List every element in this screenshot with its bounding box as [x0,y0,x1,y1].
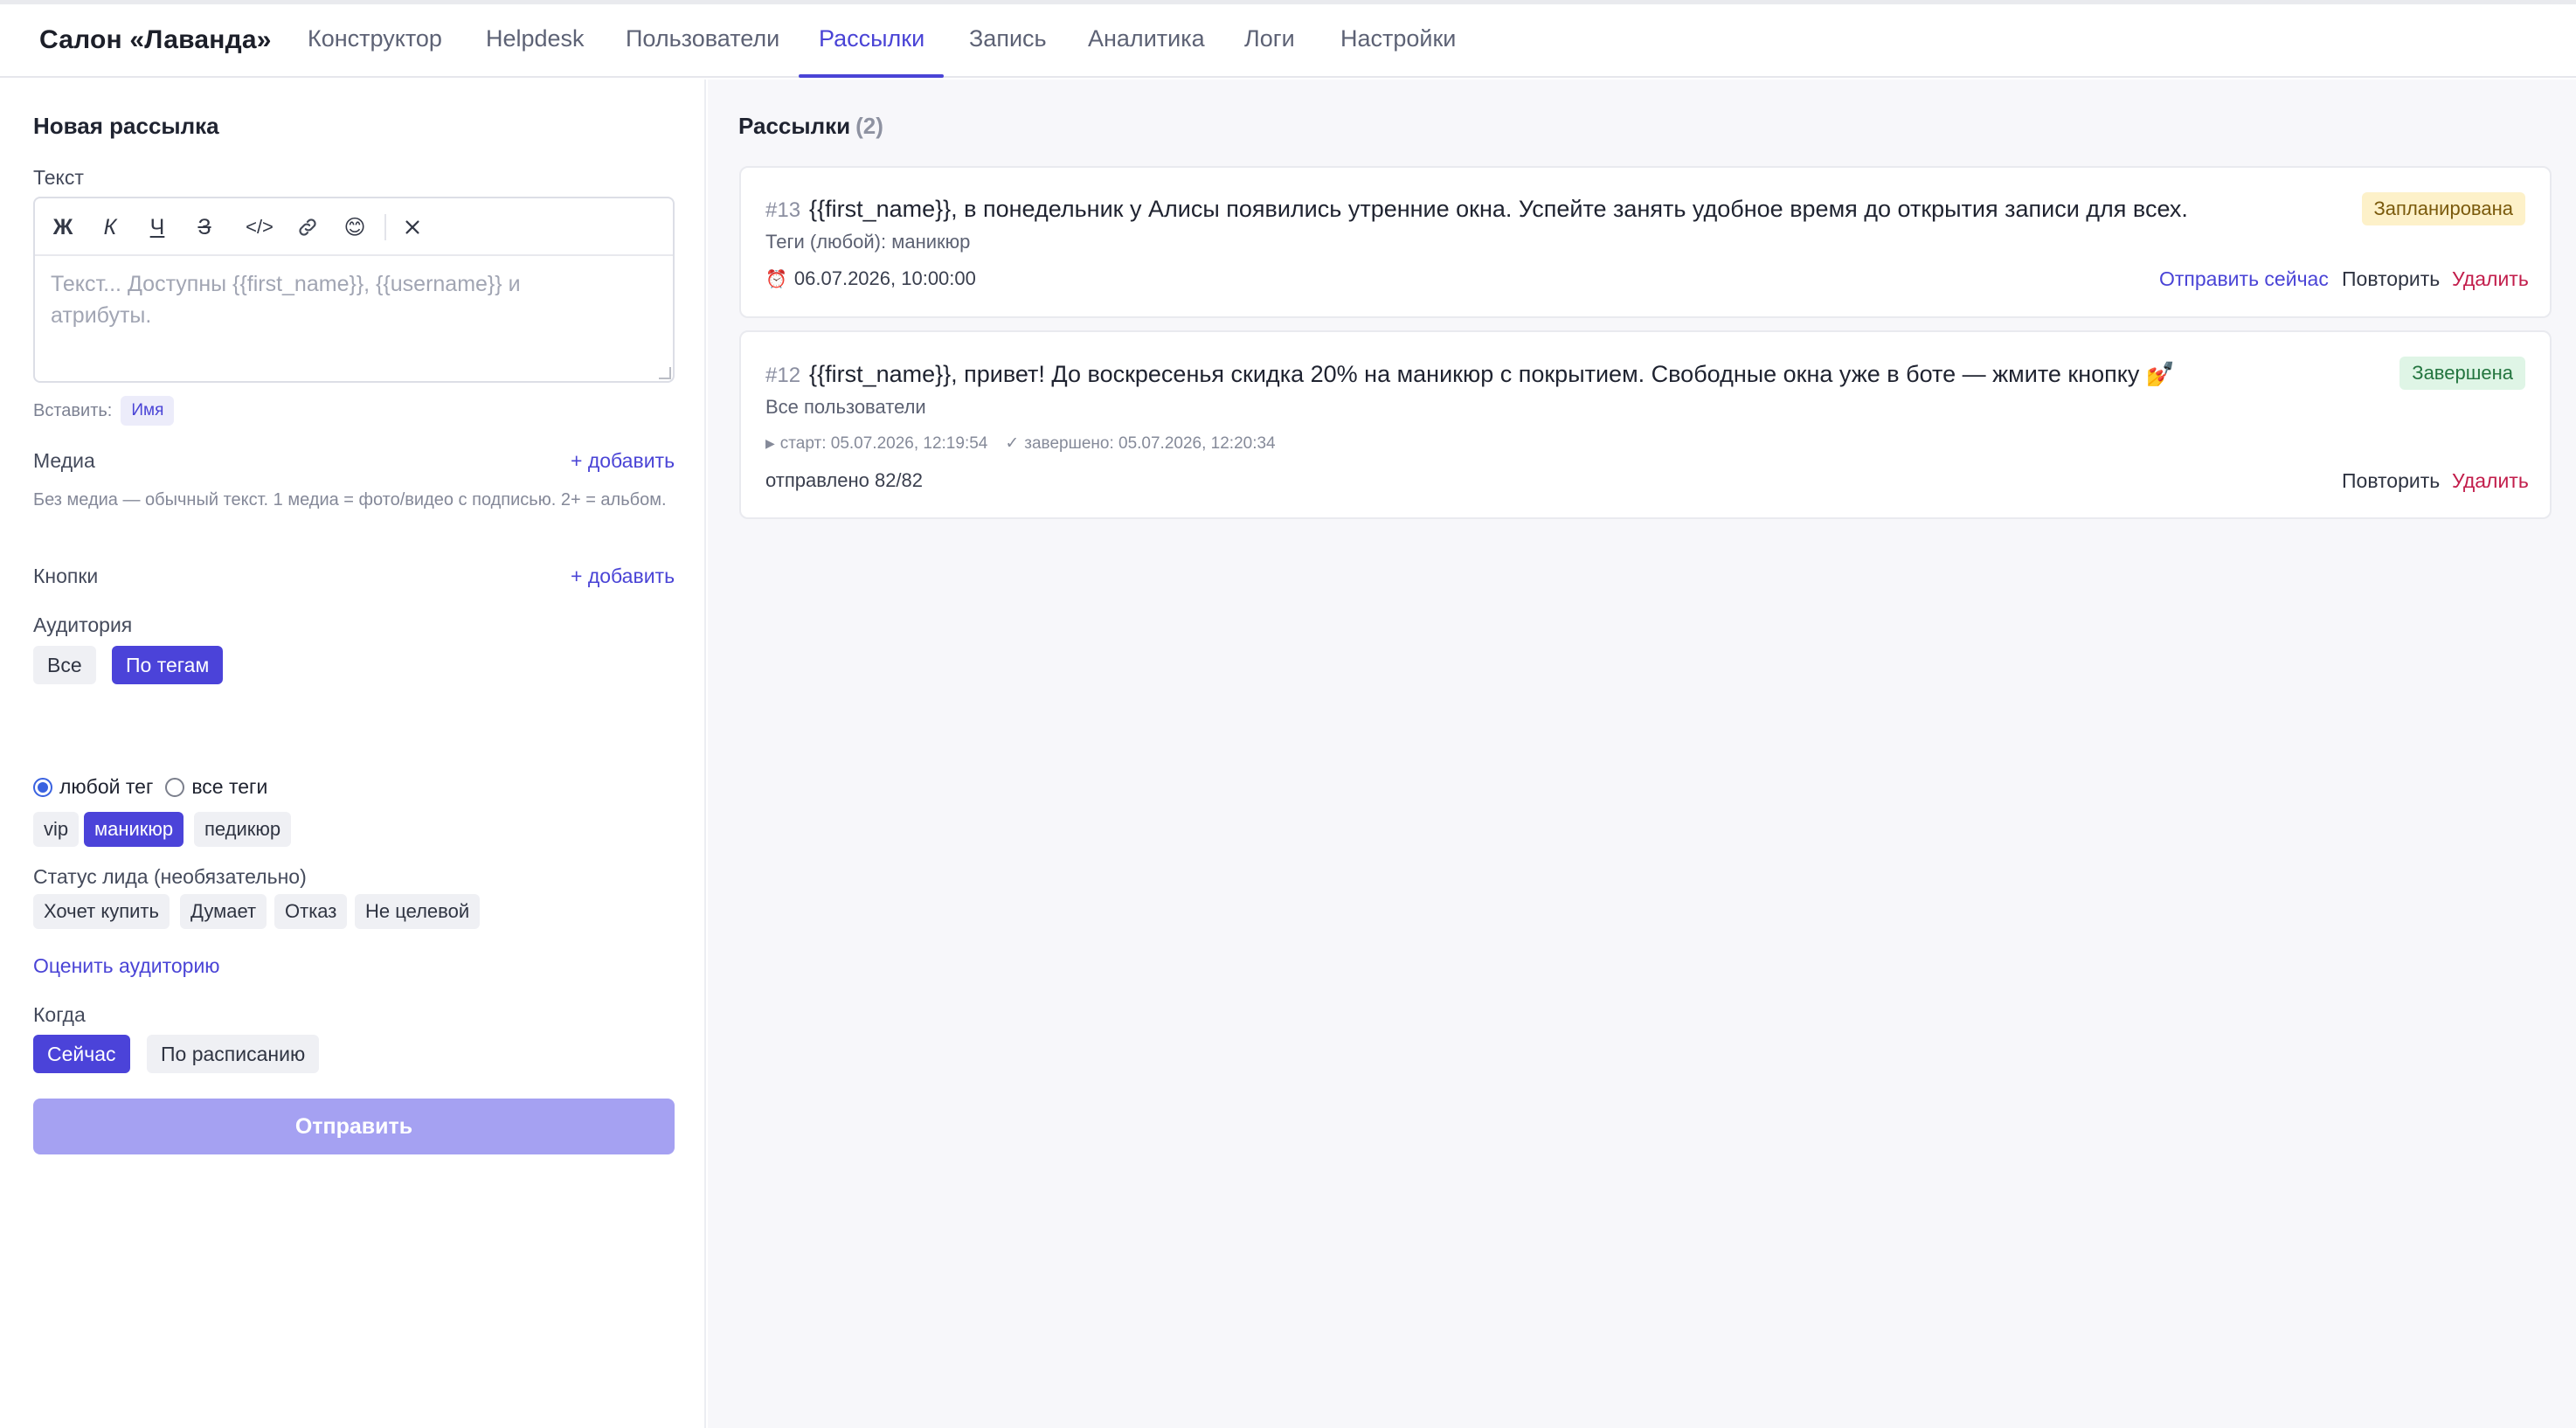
italic-button[interactable]: К [94,211,126,243]
audience-label: Аудитория [33,613,133,636]
estimate-audience-link[interactable]: Оценить аудиторию [33,954,220,978]
tab-constructor[interactable]: Конструктор [308,25,442,52]
radio-all-tags[interactable] [165,777,185,797]
mailing-timing: ▶ старт: 05.07.2026, 12:19:54 ✓ завершен… [765,433,1276,454]
tag-pedicure[interactable]: педикюр [194,812,292,847]
delete-button[interactable]: Удалить [2452,469,2529,493]
lead-status-label: Статус лида (необязательно) [33,865,307,888]
tag-mode-radios: любой тег все теги [33,775,267,799]
lead-status-wants-buy[interactable]: Хочет купить [33,894,170,929]
when-now-button[interactable]: Сейчас [33,1035,130,1073]
mailing-id: #13 [765,198,801,222]
tab-booking[interactable]: Запись [969,25,1047,52]
mailings-list-title-text: Рассылки [738,113,851,139]
buttons-label: Кнопки [33,565,99,587]
strikethrough-button[interactable]: З [189,211,220,243]
audience-by-tags-button[interactable]: По тегам [112,646,224,684]
brand-title: Салон «Лаванда» [39,25,272,54]
repeat-button[interactable]: Повторить [2342,267,2440,291]
finished-at: завершено: 05.07.2026, 12:20:34 [1024,433,1276,453]
sent-count: отправлено 82/82 [765,469,924,491]
code-button[interactable]: </> [238,211,281,243]
tag-vip[interactable]: vip [33,812,80,847]
add-button-button[interactable]: + добавить [571,565,675,588]
status-badge: Завершена [2399,357,2525,390]
insert-variables-row: Вставить: Имя [33,396,175,426]
text-editor: Ж К Ч З </> 😊 Текст... Доступны {{first_… [33,197,675,383]
underline-button[interactable]: Ч [142,211,173,243]
top-navigation: Салон «Лаванда» Конструктор Helpdesk Пол… [0,4,2576,78]
tab-settings[interactable]: Настройки [1340,25,1456,52]
text-input[interactable]: Текст... Доступны {{first_name}}, {{user… [51,268,610,331]
mailing-text: {{first_name}}, привет! До воскресенья с… [809,361,2176,387]
media-label: Медиа [33,449,95,472]
resize-handle-icon[interactable] [659,367,671,379]
when-scheduled-button[interactable]: По расписанию [147,1035,320,1073]
new-mailing-panel: Новая рассылка Текст Ж К Ч З </> 😊 Текст… [0,80,706,1428]
mailing-audience: Все пользователи [765,396,926,418]
insert-label: Вставить: [33,400,113,420]
text-label: Текст [33,166,84,189]
lead-status-thinking[interactable]: Думает [180,894,267,929]
editor-toolbar: Ж К Ч З </> 😊 [35,198,673,256]
mailing-card: #12 {{first_name}}, привет! До воскресень… [739,330,2552,519]
mailing-text: {{first_name}}, в понедельник у Алисы по… [809,196,2188,222]
repeat-button[interactable]: Повторить [2342,469,2440,493]
send-button[interactable]: Отправить [33,1099,675,1154]
mailing-card-title: #12 {{first_name}}, привет! До воскресень… [765,360,2176,388]
started-at: старт: 05.07.2026, 12:19:54 [779,433,988,453]
lead-status-refused[interactable]: Отказ [274,894,348,929]
lead-status-not-target[interactable]: Не целевой [355,894,481,929]
alarm-clock-icon: ⏰ [765,269,787,289]
add-media-button[interactable]: + добавить [571,449,675,473]
mailing-audience: Теги (любой): маникюр [765,231,971,253]
clear-format-icon[interactable] [397,211,428,243]
tag-manicure[interactable]: маникюр [84,812,184,847]
check-icon: ✓ [1005,434,1020,453]
active-tab-indicator [799,74,944,78]
mailing-card: #13 {{first_name}}, в понедельник у Алисы… [739,166,2552,318]
mailing-card-title: #13 {{first_name}}, в понедельник у Алисы… [765,196,2188,223]
radio-all-tags-label: все теги [191,775,268,798]
radio-any-tag[interactable] [33,777,52,797]
tab-mailings[interactable]: Рассылки [819,25,924,52]
media-hint: Без медиа — обычный текст. 1 медиа = фот… [33,490,667,510]
tab-logs[interactable]: Логи [1244,25,1295,52]
tab-helpdesk[interactable]: Helpdesk [486,25,585,52]
bold-button[interactable]: Ж [47,211,79,243]
send-now-button[interactable]: Отправить сейчас [2159,267,2329,291]
delete-button[interactable]: Удалить [2452,267,2529,291]
mailing-id: #12 [765,364,801,387]
tab-analytics[interactable]: Аналитика [1088,25,1205,52]
scheduled-datetime: 06.07.2026, 10:00:00 [793,267,976,289]
link-icon[interactable] [292,211,323,243]
emoji-smile-icon[interactable]: 😊 [339,211,370,243]
radio-any-tag-label: любой тег [59,775,154,798]
tab-users[interactable]: Пользователи [626,25,779,52]
toolbar-divider [384,214,386,240]
status-badge: Запланирована [2361,192,2525,225]
when-label: Когда [33,1003,86,1026]
audience-all-button[interactable]: Все [33,646,96,684]
mailings-count: (2) [855,113,883,139]
play-icon: ▶ [765,436,775,450]
mailing-schedule: ⏰ 06.07.2026, 10:00:00 [765,267,976,290]
insert-name-chip[interactable]: Имя [121,396,175,426]
new-mailing-title: Новая рассылка [33,113,219,139]
mailings-list-title: Рассылки (2) [738,113,883,140]
